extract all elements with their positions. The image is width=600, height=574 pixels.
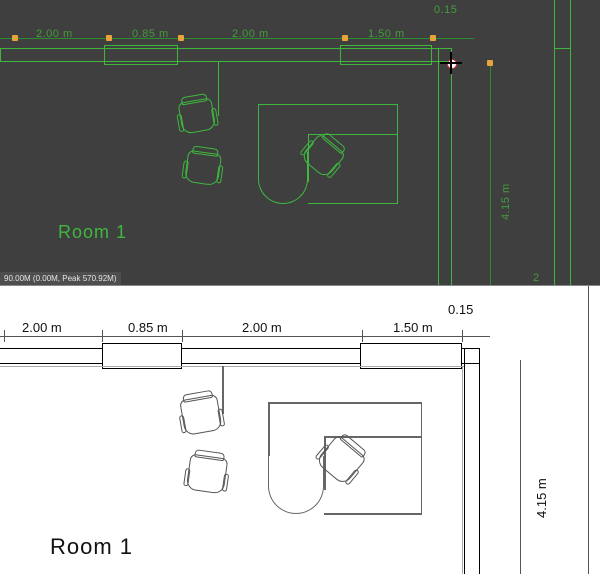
ext-tick bbox=[182, 330, 183, 342]
dim-tick bbox=[430, 35, 436, 41]
wall-right bbox=[464, 348, 480, 574]
dim-guide-right bbox=[490, 60, 491, 286]
dim-tick bbox=[487, 60, 493, 66]
dim-top-4: 1.50 m bbox=[393, 320, 433, 335]
ext-tick bbox=[462, 330, 463, 342]
viewport-edit-dark[interactable]: 2.00 m 0.85 m 2.00 m 1.50 m 0.15 4.15 m … bbox=[0, 0, 600, 286]
dim-tick bbox=[12, 35, 18, 41]
dim-top-2: 0.85 m bbox=[128, 320, 168, 335]
room-label-dark: Room 1 bbox=[58, 222, 127, 243]
dim-top-1: 2.00 m bbox=[22, 320, 62, 335]
ext-tick bbox=[362, 330, 363, 342]
window-top-2[interactable] bbox=[340, 45, 432, 65]
ext-tick bbox=[4, 330, 5, 342]
dim-tick bbox=[106, 35, 112, 41]
wall-right[interactable] bbox=[438, 48, 452, 286]
dim-top-small: 0.15 bbox=[434, 4, 457, 16]
dim-guide-right bbox=[520, 360, 521, 574]
dim-top-1: 2.00 m bbox=[36, 28, 73, 40]
aux-line-right-1 bbox=[588, 286, 589, 574]
wall-inner-line bbox=[0, 366, 464, 367]
chair-left-bottom bbox=[186, 454, 229, 495]
status-bar-text: 90.00M (0.00M, Peak 570.92M) bbox=[4, 274, 117, 283]
dim-right-cut: 2 bbox=[533, 272, 540, 284]
wall-inner-line-r bbox=[462, 366, 463, 574]
aux-line-right-2[interactable] bbox=[570, 0, 571, 286]
dim-right-vertical: 4.15 m bbox=[534, 478, 549, 518]
dim-top-small: 0.15 bbox=[448, 302, 473, 317]
dim-top-3: 2.00 m bbox=[242, 320, 282, 335]
dim-top-2: 0.85 m bbox=[132, 28, 169, 40]
floor-plan-split-view: 2.00 m 0.85 m 2.00 m 1.50 m 0.15 4.15 m … bbox=[0, 0, 600, 574]
aux-line-right-1[interactable] bbox=[554, 0, 555, 286]
aux-line-right-h bbox=[554, 48, 570, 49]
partition-stub bbox=[222, 366, 224, 414]
viewport-render-light[interactable]: 2.00 m 0.85 m 2.00 m 1.50 m 0.15 4.15 m bbox=[0, 286, 600, 574]
window-top-1[interactable] bbox=[104, 45, 178, 65]
ext-tick bbox=[102, 330, 103, 342]
dim-top-3: 2.00 m bbox=[232, 28, 269, 40]
cursor-3d-icon[interactable] bbox=[440, 52, 462, 74]
dim-top-4: 1.50 m bbox=[368, 28, 405, 40]
chair-left-top[interactable] bbox=[177, 97, 216, 134]
dim-guide-top bbox=[0, 336, 490, 337]
dim-tick bbox=[178, 35, 184, 41]
chair-left-top bbox=[179, 394, 223, 436]
dim-tick bbox=[342, 35, 348, 41]
status-bar: 90.00M (0.00M, Peak 570.92M) bbox=[0, 272, 121, 286]
room-label-light: Room 1 bbox=[50, 534, 133, 560]
chair-left-bottom[interactable] bbox=[184, 150, 222, 186]
partition-stub[interactable] bbox=[218, 62, 219, 116]
dim-right-vertical: 4.15 m bbox=[500, 183, 512, 220]
